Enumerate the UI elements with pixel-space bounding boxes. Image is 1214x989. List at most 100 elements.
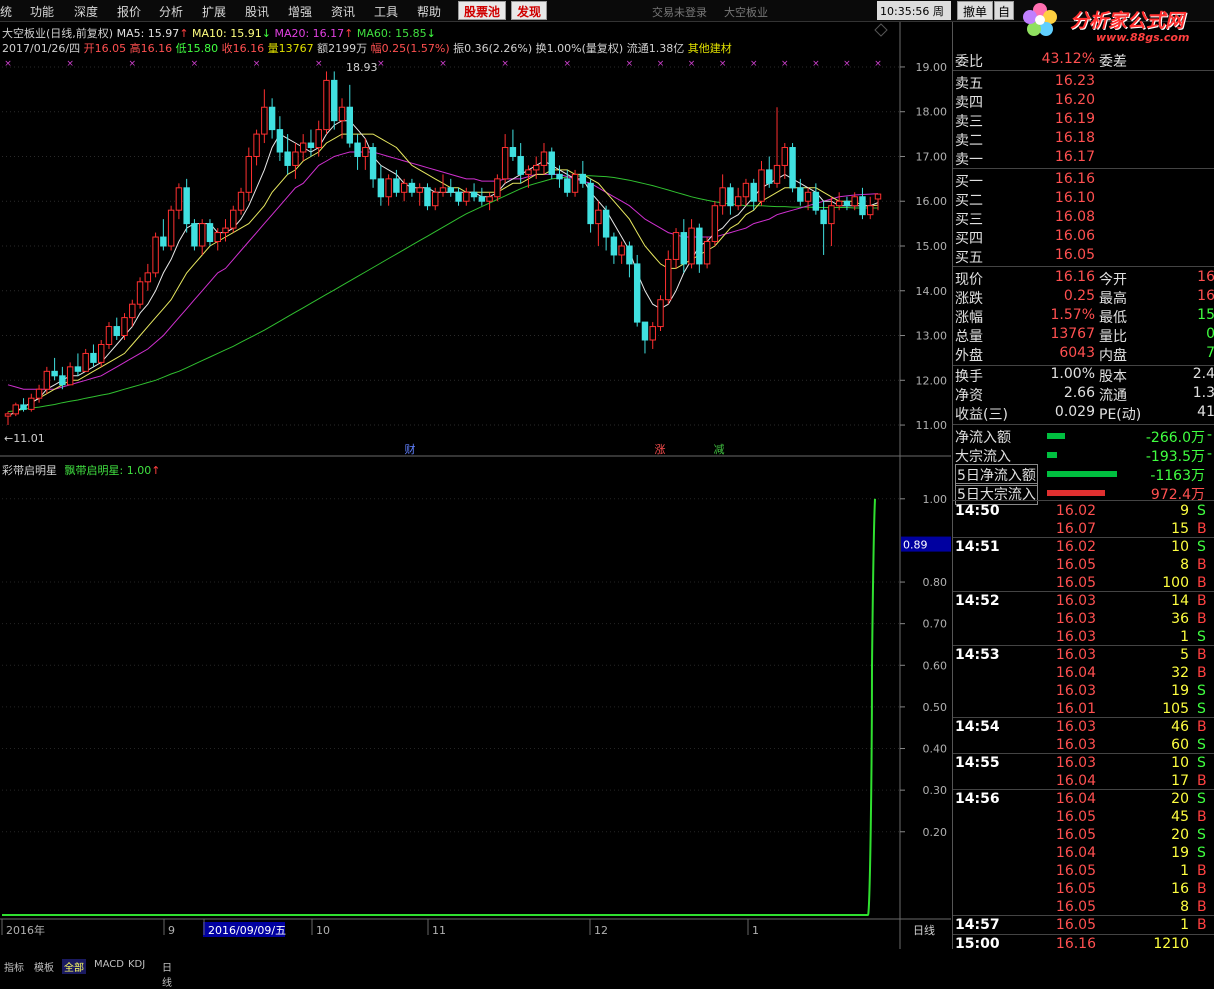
- tick-vol-4: 100: [1162, 575, 1189, 591]
- bottom-tab-5[interactable]: 日线: [160, 959, 180, 989]
- candle-body-61: [478, 196, 486, 202]
- tick-price-10: 16.03: [1055, 683, 1096, 699]
- tick-vol-9: 32: [1171, 665, 1189, 681]
- candle-body-48: [377, 178, 385, 198]
- tick-side-2: S: [1197, 539, 1206, 555]
- tick-price-6: 16.03: [1055, 611, 1096, 627]
- tick-side-18: S: [1197, 827, 1206, 843]
- candle-body-25: [198, 223, 206, 247]
- menu-item-depth[interactable]: 深度: [74, 3, 98, 20]
- tick-vol-17: 45: [1171, 809, 1189, 825]
- flow-label-1: 大宗流入: [955, 449, 1011, 465]
- stat-value-4: 6043: [1059, 345, 1095, 361]
- ask-price-3: 16.18: [1054, 130, 1095, 146]
- bottom-tab-2[interactable]: 全部: [62, 959, 86, 974]
- bottom-tab-1[interactable]: 模板: [32, 959, 56, 974]
- candle-body-0: [4, 413, 12, 417]
- tick-row-23: 14:57 16.05 1 B: [953, 916, 1214, 935]
- tick-vol-13: 60: [1171, 737, 1189, 753]
- bid-row-1: 买一 16.16: [953, 170, 1214, 190]
- candle-body-108: [843, 200, 851, 207]
- candle-body-20: [160, 236, 167, 247]
- menu-item-tools[interactable]: 工具: [374, 3, 398, 20]
- ask-price-0: 16.23: [1054, 73, 1095, 89]
- candle-body-79: [618, 245, 625, 256]
- menu-item-extend[interactable]: 扩展: [202, 3, 226, 20]
- candle-body-112: [874, 193, 882, 200]
- tick-vol-23: 1: [1180, 917, 1189, 933]
- tick-vol-18: 20: [1171, 827, 1189, 843]
- candle-body-47: [369, 147, 377, 180]
- tick-row-19: 16.04 19 S: [953, 844, 1214, 863]
- tick-side-15: B: [1197, 773, 1207, 789]
- bid-row-5: 买五 16.05: [953, 246, 1214, 266]
- menu-item-enhance[interactable]: 增强: [288, 3, 312, 20]
- diamond-icon: [874, 23, 888, 37]
- tick-vol-19: 19: [1171, 845, 1189, 861]
- bid-price-2: 16.08: [1054, 209, 1095, 225]
- candle-body-63: [494, 178, 501, 198]
- candle-body-39: [307, 142, 315, 149]
- bottom-tab-0[interactable]: 指标: [2, 959, 26, 974]
- candle-body-85: [665, 258, 672, 301]
- tick-price-8: 16.03: [1055, 647, 1096, 663]
- stock-pool-button[interactable]: 股票池: [458, 1, 507, 20]
- signal-marker-0: ×: [4, 59, 12, 69]
- candle-body-52: [408, 182, 416, 193]
- candle-body-31: [245, 155, 253, 193]
- candle-body-111: [867, 205, 874, 216]
- bottom-tab-3[interactable]: MACD: [92, 959, 126, 970]
- date-label-6: 1: [752, 924, 759, 937]
- date-label-2: 2016/09/09/五: [208, 924, 286, 937]
- tick-row-12: 14:54 16.03 46 B: [953, 718, 1214, 737]
- candle-body-94: [734, 196, 742, 207]
- kline-chart[interactable]: 19.00 18.00 17.00 16.00 15.00 14.00 13.00 12.00…: [0, 22, 951, 949]
- price-label-0: 19.00: [916, 61, 948, 74]
- tick-price-3: 16.05: [1055, 557, 1096, 573]
- tick-side-21: B: [1197, 881, 1207, 897]
- menu-item-stock-news[interactable]: 股讯: [245, 3, 269, 20]
- tick-row-21: 16.05 16 B: [953, 880, 1214, 899]
- candle-body-76: [595, 209, 602, 225]
- menu-item-help[interactable]: 帮助: [417, 3, 441, 20]
- stat-row-0: 现价 16.16 今开 16: [953, 268, 1214, 288]
- candle-body-86: [672, 232, 680, 260]
- tick-vol-20: 1: [1180, 863, 1189, 879]
- stat-row-1: 涨跌 0.25 最高 16: [953, 287, 1214, 307]
- bottom-tab-4[interactable]: KDJ: [126, 959, 147, 970]
- menu-item-info[interactable]: 资讯: [331, 3, 355, 20]
- candle-body-9: [74, 366, 82, 372]
- candle-body-19: [152, 236, 159, 274]
- tick-vol-12: 46: [1171, 719, 1189, 735]
- signal-marker-32: ×: [253, 59, 261, 69]
- stat-value2-3: 0: [1206, 326, 1214, 342]
- candle-body-6: [51, 370, 58, 377]
- tick-row-20: 16.05 1 B: [953, 862, 1214, 881]
- ind-current-value: 0.89: [903, 539, 928, 552]
- candle-body-81: [633, 263, 641, 323]
- tick-row-16: 14:56 16.04 20 S: [953, 790, 1214, 809]
- menu-item-system[interactable]: 统: [0, 3, 12, 20]
- menu-item-quote[interactable]: 报价: [117, 3, 141, 20]
- candle-body-29: [230, 209, 237, 229]
- stat-value-3: 13767: [1050, 326, 1095, 342]
- menu-item-analysis[interactable]: 分析: [159, 3, 183, 20]
- stat-label-2: 涨幅: [955, 310, 983, 326]
- candle-body-78: [610, 236, 618, 256]
- tick-vol-2: 10: [1171, 539, 1189, 555]
- flow-label-0: 净流入额: [955, 430, 1011, 446]
- cancel-order-button[interactable]: 撤单: [957, 1, 994, 20]
- chart-area[interactable]: 大空板业(日线,前复权) MA5: 15.97↑ MA10: 15.91↓ MA…: [0, 22, 951, 989]
- signal-marker-104: ×: [812, 59, 820, 69]
- stat-row-7: 收益(三) 0.029 PE(动) 41: [953, 403, 1214, 423]
- tick-time-12: 14:54: [955, 719, 1000, 735]
- candle-body-40: [315, 129, 322, 149]
- tick-side-11: S: [1197, 701, 1206, 717]
- tick-side-13: S: [1197, 737, 1206, 753]
- tick-vol-8: 5: [1180, 647, 1189, 663]
- menu-item-function[interactable]: 功能: [30, 3, 54, 20]
- candle-body-18: [144, 272, 152, 283]
- discover-button[interactable]: 发现: [511, 1, 548, 20]
- stat-label2-3: 量比: [1099, 329, 1127, 345]
- ask-label-3: 卖二: [955, 133, 983, 149]
